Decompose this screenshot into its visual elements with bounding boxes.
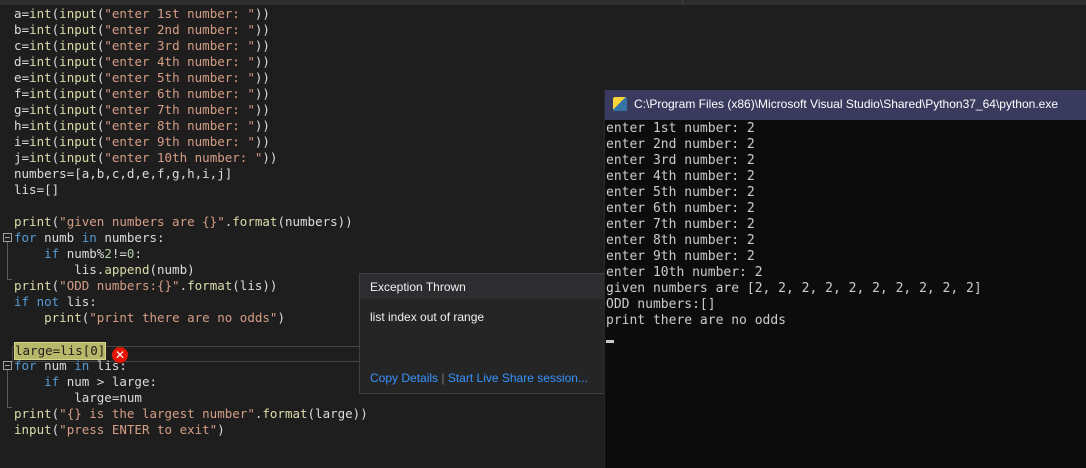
- code-line-2[interactable]: b=int(input("enter 2nd number: ")): [14, 22, 270, 38]
- exception-header: Exception Thrown: [360, 274, 605, 299]
- code-line-11[interactable]: numbers=[a,b,c,d,e,f,g,h,i,j]: [14, 166, 232, 182]
- console-line: enter 3rd number: 2: [606, 153, 755, 168]
- code-line-5[interactable]: e=int(input("enter 5th number: ")): [14, 70, 270, 86]
- console-line: enter 4th number: 2: [606, 169, 755, 184]
- console-window[interactable]: C:\Program Files (x86)\Microsoft Visual …: [604, 90, 1086, 468]
- code-line-26[interactable]: print("{} is the largest number".format(…: [14, 406, 368, 422]
- exception-title: Exception Thrown: [370, 280, 466, 294]
- code-line-17[interactable]: lis.append(numb): [14, 262, 194, 278]
- exception-message: list index out of range: [370, 310, 485, 324]
- outline-guide-end: [7, 279, 12, 280]
- code-line-14[interactable]: print("given numbers are {}".format(numb…: [14, 214, 353, 230]
- code-line-23[interactable]: for num in lis:: [14, 358, 127, 374]
- link-separator: |: [441, 371, 445, 385]
- code-line-20[interactable]: print("print there are no odds"): [14, 310, 285, 326]
- code-line-19[interactable]: if not lis:: [14, 294, 97, 310]
- console-line: enter 5th number: 2: [606, 185, 755, 200]
- collapse-for-block-icon[interactable]: [3, 233, 12, 242]
- code-line-1[interactable]: a=int(input("enter 1st number: ")): [14, 6, 270, 22]
- code-line-6[interactable]: f=int(input("enter 6th number: ")): [14, 86, 270, 102]
- collapse-for-block-icon[interactable]: [3, 361, 12, 370]
- code-line-12[interactable]: lis=[]: [14, 182, 59, 198]
- console-line: enter 7th number: 2: [606, 217, 755, 232]
- console-title: C:\Program Files (x86)\Microsoft Visual …: [634, 97, 1058, 111]
- code-line-27[interactable]: input("press ENTER to exit"): [14, 422, 225, 438]
- code-line-25[interactable]: large=num: [14, 390, 142, 406]
- console-line: enter 6th number: 2: [606, 201, 755, 216]
- code-line-4[interactable]: d=int(input("enter 4th number: ")): [14, 54, 270, 70]
- code-line-24[interactable]: if num > large:: [14, 374, 157, 390]
- console-line: given numbers are [2, 2, 2, 2, 2, 2, 2, …: [606, 281, 982, 296]
- code-line-3[interactable]: c=int(input("enter 3rd number: ")): [14, 38, 270, 54]
- exception-links: Copy Details | Start Live Share session.…: [370, 371, 588, 385]
- code-editor[interactable]: a=int(input("enter 1st number: ")) b=int…: [0, 5, 604, 468]
- console-cursor: [606, 340, 614, 343]
- code-line-8[interactable]: h=int(input("enter 8th number: ")): [14, 118, 270, 134]
- console-line: ODD numbers:[]: [606, 297, 716, 312]
- console-line: enter 9th number: 2: [606, 249, 755, 264]
- exception-popup: Exception Thrown list index out of range…: [359, 273, 606, 394]
- code-line-7[interactable]: g=int(input("enter 7th number: ")): [14, 102, 270, 118]
- console-line: enter 10th number: 2: [606, 265, 763, 280]
- code-line-16[interactable]: if numb%2!=0:: [14, 246, 142, 262]
- console-line: enter 2nd number: 2: [606, 137, 755, 152]
- outline-guide: [7, 370, 8, 407]
- copy-details-link[interactable]: Copy Details: [370, 371, 438, 385]
- code-line-15[interactable]: for numb in numbers:: [14, 230, 165, 246]
- tab-divider: [682, 0, 683, 5]
- outline-guide: [7, 242, 8, 279]
- code-line-9[interactable]: i=int(input("enter 9th number: ")): [14, 134, 270, 150]
- code-line-10[interactable]: j=int(input("enter 10th number: ")): [14, 150, 277, 166]
- outline-guide-end: [7, 407, 12, 408]
- console-line: enter 8th number: 2: [606, 233, 755, 248]
- start-live-share-link[interactable]: Start Live Share session...: [448, 371, 588, 385]
- code-line-18[interactable]: print("ODD numbers:{}".format(lis)): [14, 278, 277, 294]
- python-app-icon: [613, 97, 627, 111]
- console-title-bar[interactable]: C:\Program Files (x86)\Microsoft Visual …: [605, 90, 1086, 120]
- console-line: print there are no odds: [606, 313, 787, 328]
- console-line: enter 1st number: 2: [606, 121, 755, 136]
